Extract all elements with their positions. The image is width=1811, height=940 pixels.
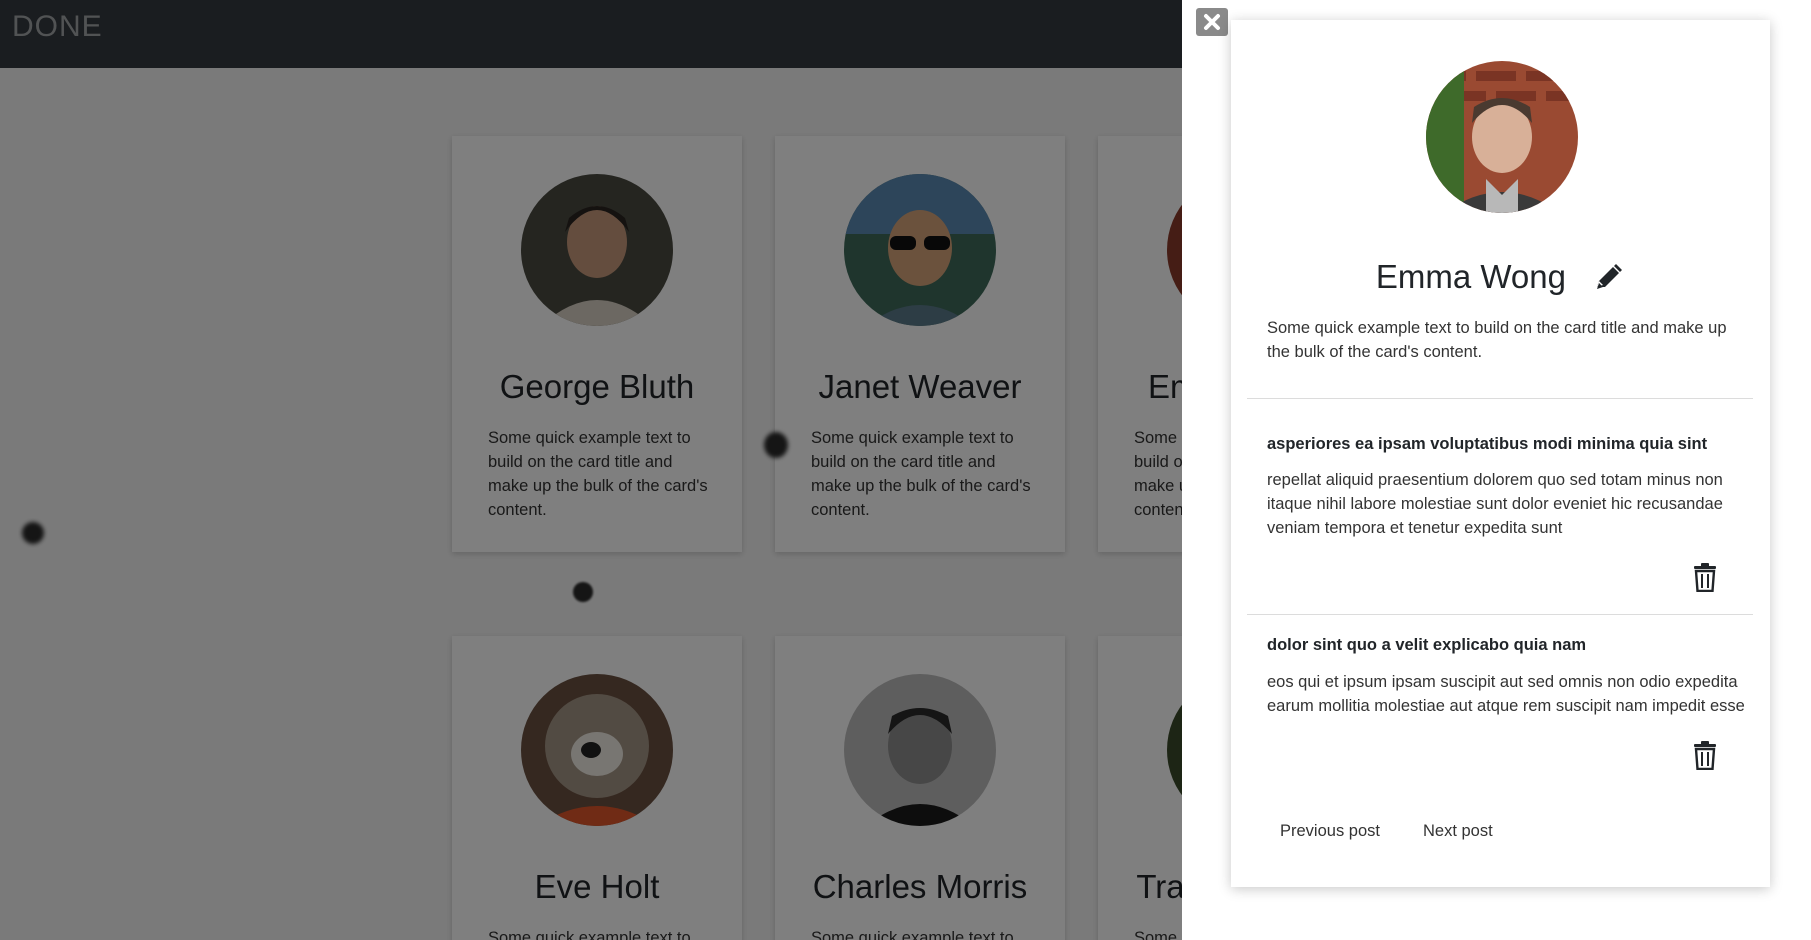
post-body: repellat aliquid praesentium dolorem quo… [1267, 471, 1723, 537]
user-detail-modal: Emma Wong Some quick example text to bui… [1231, 20, 1770, 887]
post-title: asperiores ea ipsam voluptatibus modi mi… [1267, 435, 1708, 453]
panel-name: Emma Wong [1231, 256, 1770, 296]
avatar [1426, 61, 1578, 213]
divider [1247, 614, 1753, 615]
close-button[interactable] [1196, 8, 1228, 36]
panel-bio: Some quick example text to build on the … [1267, 319, 1727, 361]
trash-icon[interactable] [1691, 740, 1719, 770]
panel-name-label: Emma Wong [1375, 258, 1566, 296]
pencil-icon[interactable] [1593, 261, 1625, 293]
post-body: eos qui et ipsum ipsam suscipit aut sed … [1267, 673, 1745, 715]
post-title: dolor sint quo a velit explicabo quia na… [1267, 636, 1587, 654]
next-post-button[interactable]: Next post [1423, 822, 1493, 841]
divider [1247, 398, 1753, 399]
close-icon [1204, 14, 1220, 30]
previous-post-button[interactable]: Previous post [1280, 822, 1380, 841]
trash-icon[interactable] [1691, 562, 1719, 592]
